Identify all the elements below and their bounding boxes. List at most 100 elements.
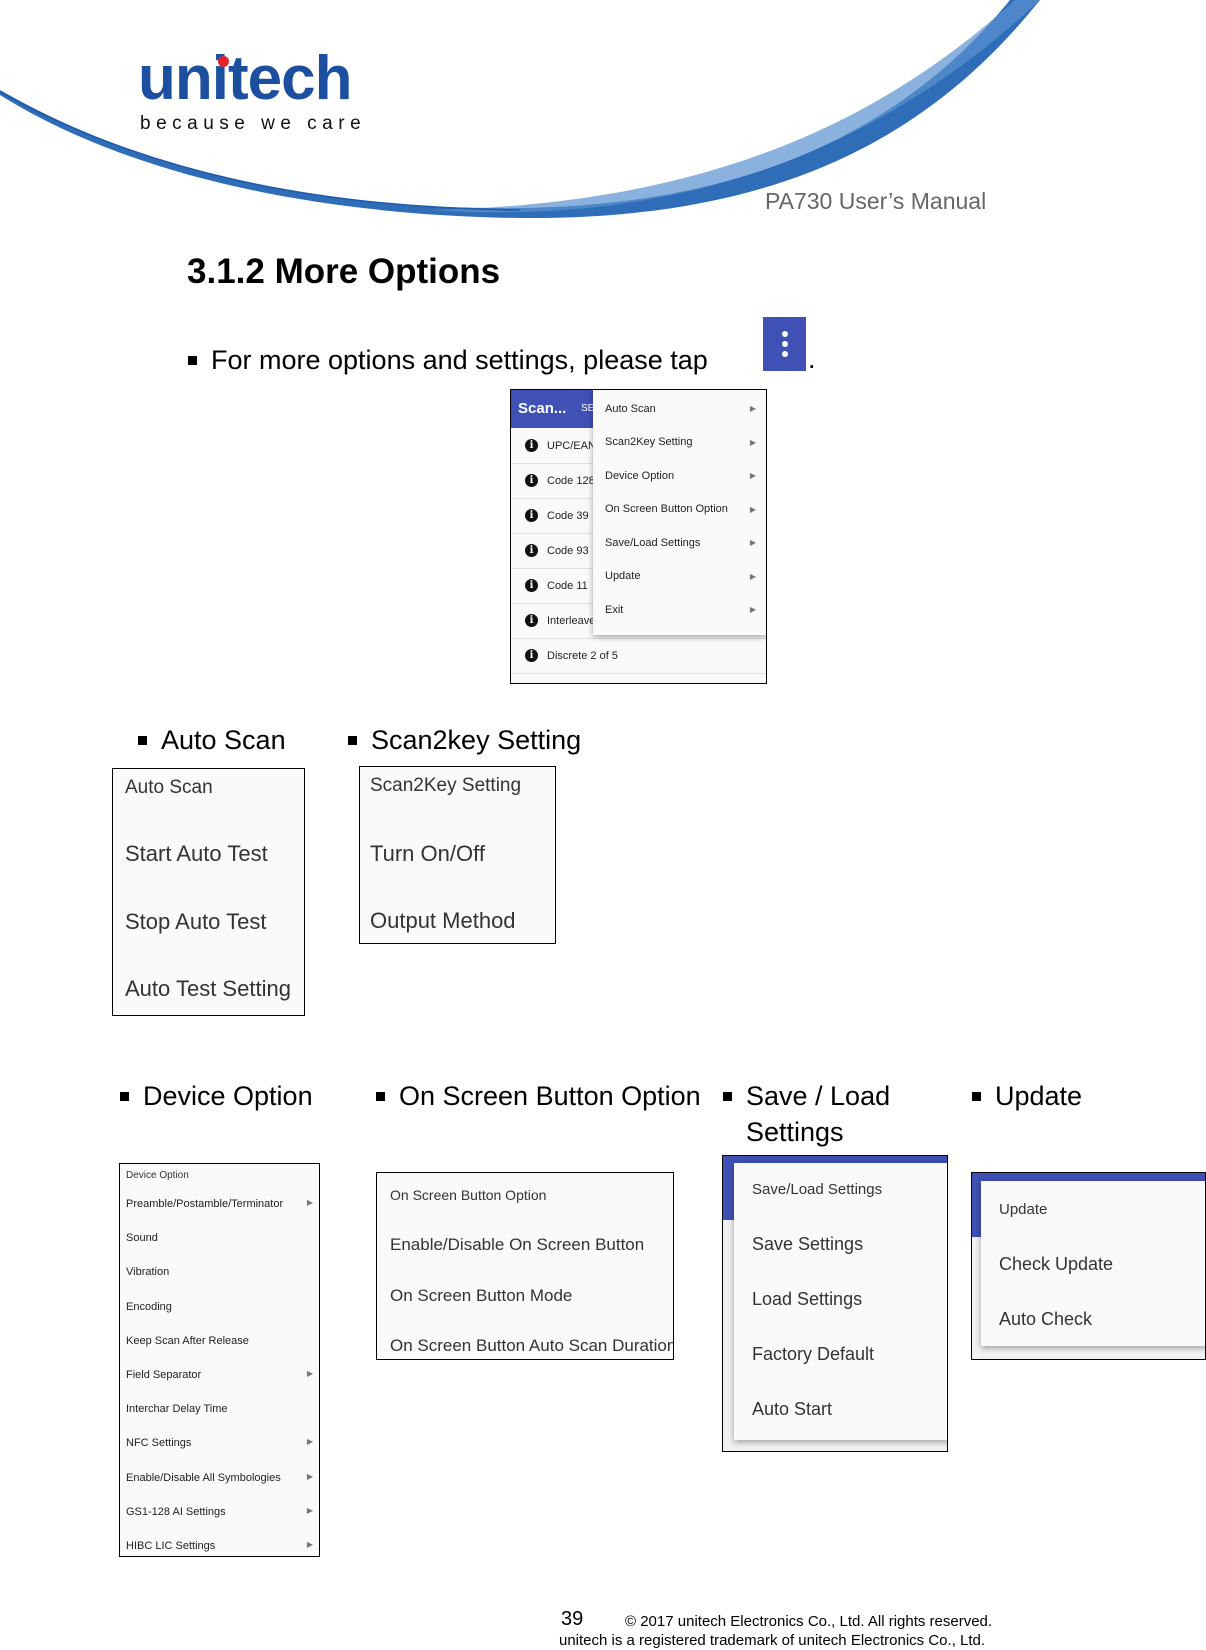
device-option-label: GS1-128 AI Settings: [126, 1505, 226, 1518]
device-option-bullet: Device Option: [120, 1078, 313, 1114]
chevron-right-icon: ▶: [749, 404, 756, 413]
menu-item-auto-start[interactable]: Auto Start: [752, 1399, 832, 1420]
device-option-item[interactable]: Encoding: [126, 1301, 313, 1313]
menu-item[interactable]: Device Option ▶: [605, 458, 756, 493]
on-screen-button-bullet: On Screen Button Option: [376, 1078, 701, 1114]
more-vert-icon[interactable]: [763, 317, 806, 371]
chevron-right-icon: ▶: [306, 1437, 313, 1447]
menu-item-osb-auto-scan-duration[interactable]: On Screen Button Auto Scan Duration: [390, 1336, 673, 1356]
symbology-name: Code 11: [547, 579, 588, 592]
menu-item-stop-auto-test[interactable]: Stop Auto Test: [125, 909, 266, 935]
info-icon[interactable]: i: [525, 614, 538, 627]
menu-item-factory-default[interactable]: Factory Default: [752, 1344, 874, 1365]
bullet-icon: [138, 736, 147, 745]
symbology-name: UPC/EAN: [547, 439, 596, 452]
scan2key-panel: Scan2Key Setting Turn On/Off Output Meth…: [359, 766, 556, 944]
menu-item-enable-disable-osb[interactable]: Enable/Disable On Screen Button: [390, 1235, 644, 1255]
save-load-panel: Save/Load Settings Save Settings Load Se…: [722, 1155, 948, 1452]
device-option-item[interactable]: HIBC LIC Settings ▶: [126, 1540, 313, 1552]
menu-item[interactable]: Auto Scan ▶: [605, 391, 756, 426]
info-icon[interactable]: i: [525, 509, 538, 522]
chevron-right-icon: ▶: [749, 437, 756, 447]
chevron-right-icon: ▶: [306, 1540, 313, 1549]
panel-title: Save/Load Settings: [752, 1181, 883, 1198]
save-load-bullet: Save / Load Settings: [723, 1078, 890, 1151]
device-option-item[interactable]: Interchar Delay Time: [126, 1403, 313, 1415]
menu-item[interactable]: Scan2Key Setting ▶: [605, 425, 756, 460]
scan2key-label: Scan2key Setting: [371, 725, 582, 755]
symbology-name: Code 128: [547, 474, 595, 487]
device-option-item[interactable]: Field Separator ▶: [126, 1369, 313, 1381]
overflow-menu: Auto Scan ▶ Scan2Key Setting ▶ Device Option…: [593, 390, 766, 635]
info-icon[interactable]: i: [525, 579, 538, 592]
save-load-menu: Save/Load Settings Save Settings Load Se…: [734, 1163, 947, 1440]
chevron-right-icon: ▶: [306, 1369, 313, 1378]
menu-item[interactable]: Exit ▶: [605, 592, 756, 627]
panel-title: On Screen Button Option: [390, 1187, 547, 1203]
trademark-text: unitech is a registered trademark of uni…: [559, 1632, 986, 1649]
symbology-row[interactable]: i Discrete 2 of 5: [511, 638, 766, 674]
device-option-label: Interchar Delay Time: [126, 1403, 228, 1416]
copyright-text: © 2017 unitech Electronics Co., Ltd. All…: [625, 1613, 993, 1630]
menu-item-check-update[interactable]: Check Update: [999, 1254, 1113, 1275]
device-option-item[interactable]: Enable/Disable All Symbologies ▶: [126, 1472, 313, 1484]
device-option-label: Enable/Disable All Symbologies: [126, 1471, 281, 1484]
menu-item-load-settings[interactable]: Load Settings: [752, 1289, 862, 1310]
panel-title: Scan2Key Setting: [370, 775, 522, 796]
info-icon[interactable]: i: [525, 439, 538, 452]
device-option-item[interactable]: Keep Scan After Release: [126, 1335, 313, 1347]
menu-item-label: Auto Scan: [605, 402, 656, 415]
info-icon[interactable]: i: [525, 474, 538, 487]
device-option-label: Vibration: [126, 1266, 170, 1279]
section-title: 3.1.2 More Options: [187, 252, 501, 291]
chevron-right-icon: ▶: [749, 538, 756, 547]
menu-item-osb-mode[interactable]: On Screen Button Mode: [390, 1286, 572, 1306]
bullet-icon: [723, 1092, 732, 1101]
page-number: 39: [561, 1608, 584, 1630]
menu-item-output-method[interactable]: Output Method: [370, 908, 516, 934]
chevron-right-icon: ▶: [749, 571, 756, 581]
chevron-right-icon: ▶: [306, 1505, 313, 1515]
menu-item-turn-on-off[interactable]: Turn On/Off: [370, 841, 485, 867]
menu-item-label: Device Option: [605, 469, 675, 482]
menu-item-label: On Screen Button Option: [605, 503, 728, 515]
device-option-item[interactable]: Vibration: [126, 1266, 313, 1278]
info-icon[interactable]: i: [525, 544, 538, 557]
menu-item[interactable]: On Screen Button Option ▶: [605, 492, 756, 527]
menu-item[interactable]: Save/Load Settings ▶: [605, 525, 756, 560]
scan2key-bullet: Scan2key Setting: [348, 722, 581, 758]
menu-item-auto-test-setting[interactable]: Auto Test Setting: [125, 976, 291, 1002]
bullet-icon: [348, 736, 357, 745]
device-option-item[interactable]: Preamble/Postamble/Terminator ▶: [126, 1198, 313, 1210]
menu-item-label: Save/Load Settings: [605, 536, 701, 549]
menu-item[interactable]: Update ▶: [605, 559, 756, 594]
symbology-name: Interleave: [547, 614, 596, 627]
manual-title: PA730 User’s Manual: [765, 188, 987, 214]
logo-dot: [218, 56, 229, 67]
menu-item-save-settings[interactable]: Save Settings: [752, 1234, 863, 1255]
chevron-right-icon: ▶: [749, 605, 756, 614]
device-option-label: HIBC LIC Settings: [126, 1540, 216, 1552]
device-option-label: Keep Scan After Release: [126, 1334, 249, 1347]
device-option-label: Preamble/Postamble/Terminator: [126, 1198, 284, 1210]
panel-title: Update: [999, 1201, 1048, 1218]
symbology-name: Discrete 2 of 5: [547, 649, 618, 662]
logo-tagline: because we care: [140, 113, 367, 134]
menu-item-start-auto-test[interactable]: Start Auto Test: [125, 841, 268, 867]
chevron-right-icon: ▶: [306, 1471, 313, 1481]
info-icon[interactable]: i: [525, 649, 538, 662]
device-option-label: Field Separator: [126, 1369, 202, 1381]
menu-item-label: Update: [605, 570, 641, 582]
update-panel: Update Check Update Auto Check: [971, 1172, 1206, 1360]
device-option-item[interactable]: NFC Settings ▶: [126, 1437, 313, 1449]
menu-item-label: Scan2Key Setting: [605, 436, 693, 448]
menu-item-auto-check[interactable]: Auto Check: [999, 1309, 1092, 1330]
update-label: Update: [995, 1081, 1083, 1111]
device-option-label: NFC Settings: [126, 1437, 192, 1450]
panel-title: Device Option: [126, 1170, 189, 1181]
device-option-item[interactable]: GS1-128 AI Settings ▶: [126, 1506, 313, 1518]
device-option-item[interactable]: Sound: [126, 1232, 313, 1244]
bullet-icon: [120, 1092, 129, 1101]
main-menu-screenshot: Scan... SE i UPC/EAN i Code 128 i Code 39 i Cod…: [510, 389, 767, 684]
update-menu: Update Check Update Auto Check: [981, 1181, 1205, 1346]
